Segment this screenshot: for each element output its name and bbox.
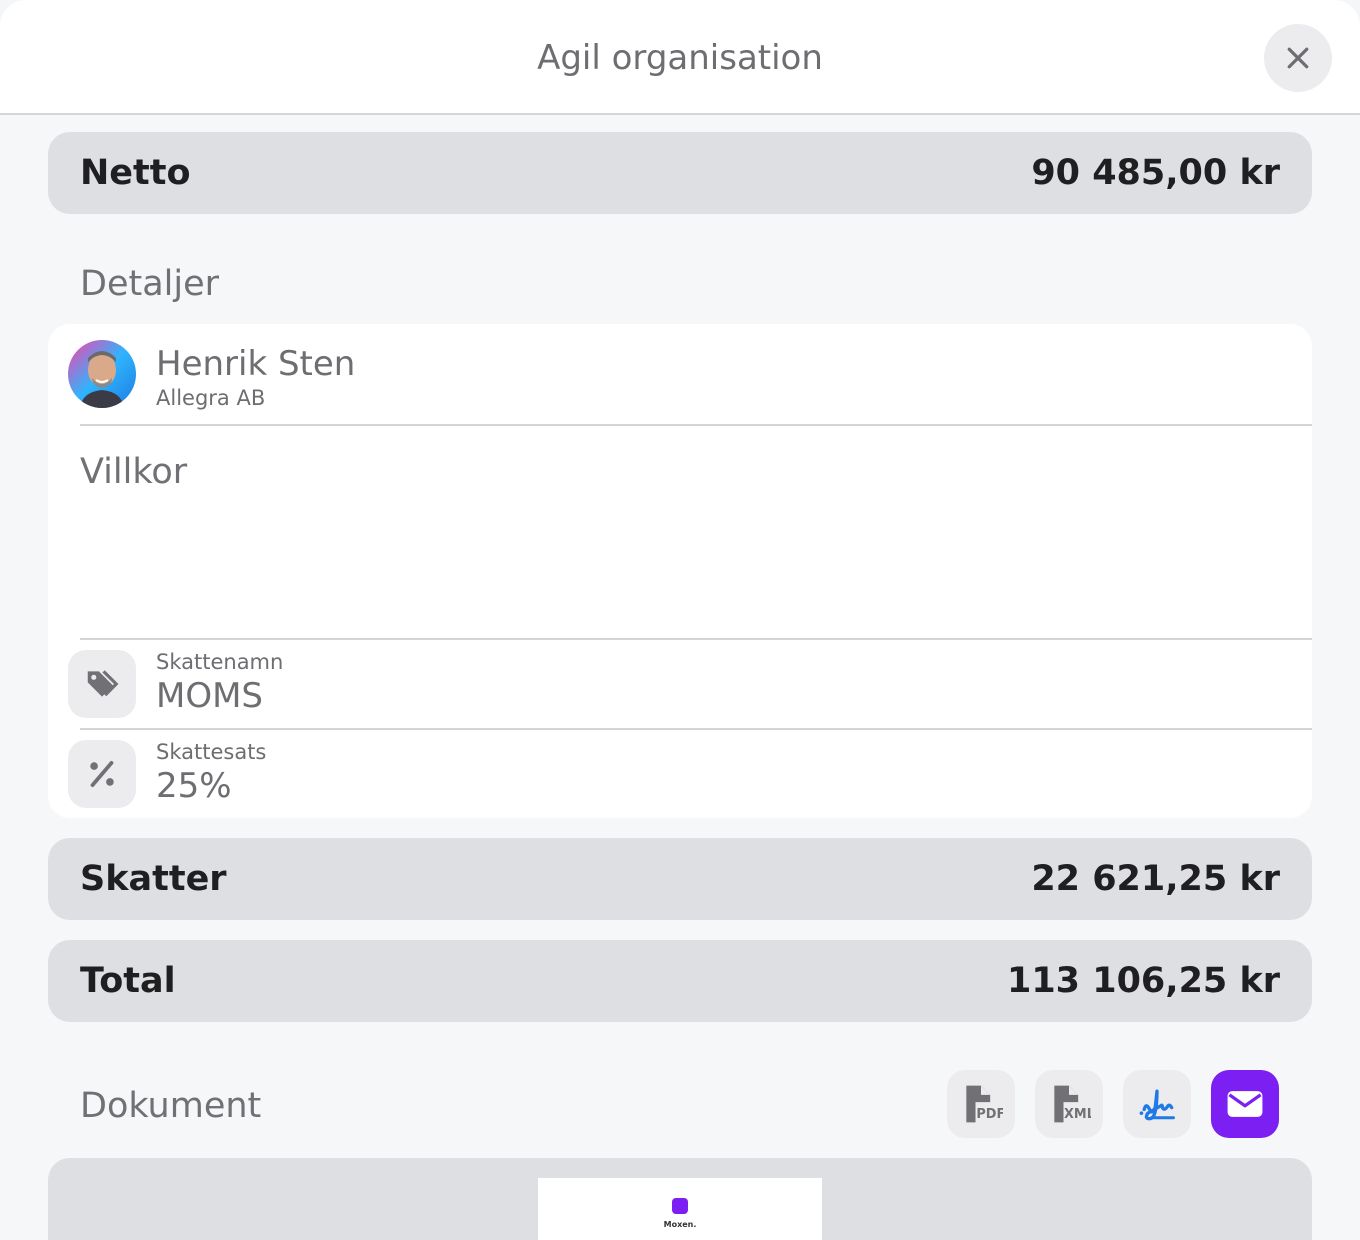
details-card: Henrik Sten Allegra AB Villkor Skattenam… (48, 324, 1312, 818)
contact-company: Allegra AB (156, 386, 266, 410)
tax-rate-icon-tile (68, 740, 136, 808)
net-row: Netto 90 485,00 kr (48, 132, 1312, 214)
signature-icon (1139, 1089, 1175, 1121)
taxes-label: Skatter (80, 859, 227, 899)
document-page: Moxen. (538, 1178, 822, 1240)
document-preview[interactable]: Moxen. (48, 1158, 1312, 1240)
modal-header: Agil organisation (0, 0, 1360, 115)
modal-title: Agil organisation (537, 38, 823, 78)
divider (80, 728, 1312, 730)
taxes-row: Skatter 22 621,25 kr (48, 838, 1312, 920)
brand-logo-icon (672, 1198, 688, 1214)
total-label: Total (80, 961, 176, 1001)
avatar[interactable] (68, 340, 136, 408)
details-title: Detaljer (80, 264, 220, 304)
terms-label: Villkor (80, 452, 188, 492)
envelope-icon (1227, 1091, 1263, 1117)
email-button[interactable] (1211, 1070, 1279, 1138)
svg-text:PDF: PDF (976, 1107, 1003, 1122)
divider (80, 638, 1312, 640)
xml-button[interactable]: XML (1035, 1070, 1103, 1138)
tax-name-icon-tile (68, 650, 136, 718)
tax-rate-value: 25% (156, 766, 232, 806)
svg-text:XML: XML (1064, 1107, 1091, 1122)
tax-name-value: MOMS (156, 676, 264, 716)
signature-button[interactable] (1123, 1070, 1191, 1138)
percent-icon (90, 761, 114, 787)
net-label: Netto (80, 153, 191, 193)
pdf-button[interactable]: PDF (947, 1070, 1015, 1138)
documents-title: Dokument (80, 1086, 262, 1126)
contact-name: Henrik Sten (156, 344, 356, 384)
tax-name-label: Skattenamn (156, 650, 284, 674)
document-actions: PDF XML (947, 1070, 1279, 1138)
close-button[interactable] (1264, 24, 1332, 92)
divider (80, 424, 1312, 426)
xml-file-icon: XML (1054, 1085, 1091, 1123)
taxes-amount: 22 621,25 kr (1031, 859, 1280, 899)
close-icon (1287, 47, 1309, 69)
invoice-modal: Agil organisation Netto 90 485,00 kr Det… (0, 0, 1360, 1240)
tax-rate-label: Skattesats (156, 740, 267, 764)
total-row: Total 113 106,25 kr (48, 940, 1312, 1022)
pdf-file-icon: PDF (966, 1085, 1003, 1123)
net-amount: 90 485,00 kr (1031, 153, 1280, 193)
total-amount: 113 106,25 kr (1006, 961, 1280, 1001)
tag-icon (87, 670, 119, 697)
preview-brand: Moxen. (663, 1220, 697, 1229)
